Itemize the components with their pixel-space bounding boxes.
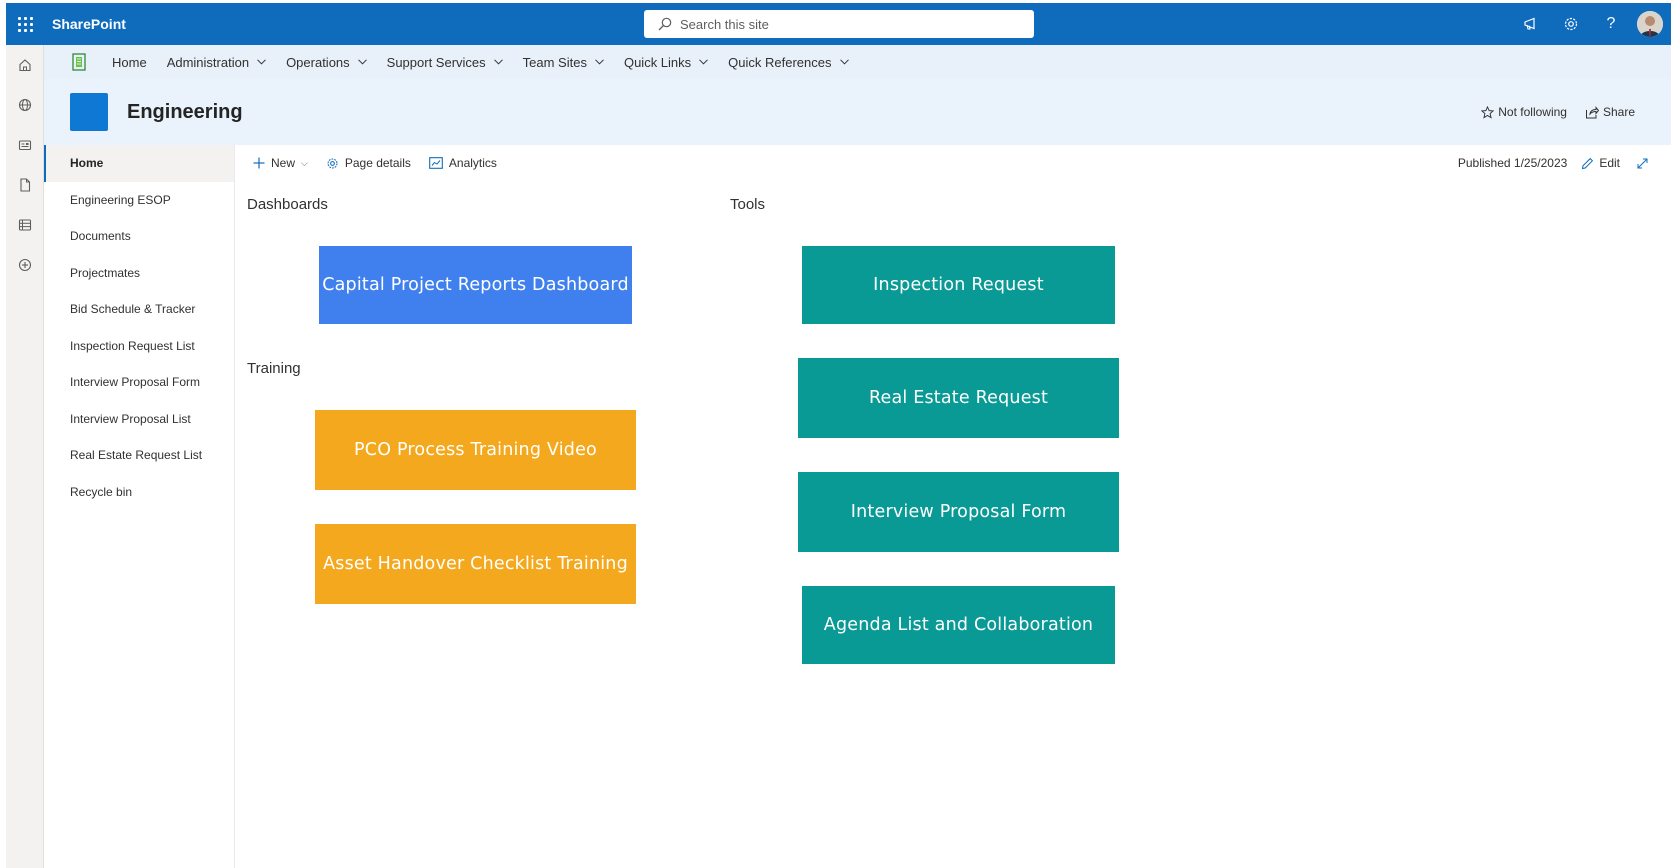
hub-nav-item[interactable]: Team Sites bbox=[513, 45, 614, 79]
left-navigation: Home Engineering ESOP Documents Projectmate… bbox=[44, 145, 235, 868]
hub-nav-label: Quick Links bbox=[623, 54, 692, 70]
hub-nav-item[interactable]: Support Services bbox=[377, 45, 513, 79]
star-icon bbox=[1481, 105, 1495, 119]
hub-nav-item[interactable]: Operations bbox=[276, 45, 377, 79]
gear-icon[interactable] bbox=[1551, 3, 1591, 45]
sharepoint-window: SharePoint Search this site ? Home Admin… bbox=[6, 3, 1671, 868]
training-tile[interactable]: Asset Handover Checklist Training bbox=[315, 524, 636, 604]
gear-icon bbox=[327, 158, 338, 168]
left-nav-item[interactable]: Documents bbox=[44, 218, 234, 255]
home-icon[interactable] bbox=[6, 45, 44, 85]
left-nav-item[interactable]: Interview Proposal List bbox=[44, 401, 234, 438]
hub-logo-icon[interactable] bbox=[70, 52, 88, 72]
hub-nav-label: Administration bbox=[166, 54, 250, 70]
chevron-down-icon bbox=[699, 57, 709, 68]
chevron-down-icon bbox=[839, 57, 849, 68]
site-logo[interactable] bbox=[70, 93, 108, 131]
app-launcher-button[interactable] bbox=[6, 3, 44, 45]
edit-button[interactable]: Edit bbox=[1581, 156, 1620, 170]
hub-navigation: Home Administration Operations Support Serv… bbox=[44, 45, 1671, 79]
hub-nav-item[interactable]: Quick References bbox=[718, 45, 858, 79]
chevron-down-icon bbox=[357, 57, 367, 68]
left-nav-item[interactable]: Projectmates bbox=[44, 255, 234, 292]
training-heading: Training bbox=[247, 360, 301, 377]
analytics-icon bbox=[429, 157, 443, 169]
published-status: Published 1/25/2023 bbox=[1457, 156, 1568, 170]
megaphone-icon[interactable] bbox=[1511, 3, 1551, 45]
page-details-label: Page details bbox=[344, 156, 411, 170]
list-icon[interactable] bbox=[6, 205, 44, 245]
app-bar bbox=[6, 45, 44, 868]
left-nav-item[interactable]: Engineering ESOP bbox=[44, 182, 234, 219]
hub-nav-item[interactable]: Quick Links bbox=[614, 45, 718, 79]
site-actions: Not following Share bbox=[1463, 79, 1635, 145]
pencil-icon bbox=[1582, 157, 1594, 169]
share-button[interactable]: Share bbox=[1585, 105, 1635, 119]
hub-nav-label: Quick References bbox=[728, 54, 832, 70]
command-bar: New ⌵ Page details Analytics Published 1… bbox=[235, 145, 1671, 181]
chevron-down-icon: ⌵ bbox=[301, 157, 308, 168]
tool-tile[interactable]: Real Estate Request bbox=[798, 358, 1119, 438]
training-tile[interactable]: PCO Process Training Video bbox=[315, 410, 636, 490]
share-icon bbox=[1585, 105, 1599, 118]
help-icon[interactable]: ? bbox=[1591, 3, 1631, 45]
analytics-button[interactable]: Analytics bbox=[429, 156, 497, 170]
app-name[interactable]: SharePoint bbox=[52, 16, 126, 32]
suite-actions: ? bbox=[1511, 3, 1671, 45]
search-box[interactable]: Search this site bbox=[644, 10, 1034, 38]
dashboard-tile[interactable]: Capital Project Reports Dashboard bbox=[319, 246, 632, 324]
page-details-button[interactable]: Page details bbox=[326, 156, 411, 170]
tool-tile[interactable]: Inspection Request bbox=[802, 246, 1115, 324]
suite-bar: SharePoint Search this site ? bbox=[6, 3, 1671, 45]
tools-heading: Tools bbox=[730, 196, 766, 213]
add-circle-icon[interactable] bbox=[6, 245, 44, 285]
follow-button[interactable]: Not following bbox=[1481, 105, 1567, 119]
avatar[interactable] bbox=[1637, 11, 1663, 37]
expand-icon[interactable] bbox=[1636, 157, 1649, 170]
hub-nav-item[interactable]: Home bbox=[102, 45, 157, 79]
analytics-label: Analytics bbox=[448, 156, 497, 170]
hub-nav-label: Home bbox=[112, 54, 147, 70]
chevron-down-icon bbox=[257, 57, 266, 68]
globe-icon[interactable] bbox=[6, 85, 44, 125]
waffle-icon bbox=[17, 16, 33, 32]
share-label: Share bbox=[1602, 105, 1635, 119]
left-nav-item[interactable]: Real Estate Request List bbox=[44, 437, 234, 474]
chevron-down-icon bbox=[493, 57, 503, 68]
site-header: Engineering Not following Share bbox=[44, 79, 1671, 145]
tool-tile[interactable]: Agenda List and Collaboration bbox=[802, 586, 1115, 664]
left-nav-item[interactable]: Inspection Request List bbox=[44, 328, 234, 365]
plus-icon bbox=[253, 157, 265, 169]
hub-nav-label: Support Services bbox=[386, 54, 486, 70]
edit-label: Edit bbox=[1599, 156, 1620, 170]
dashboards-heading: Dashboards bbox=[247, 196, 328, 213]
site-title[interactable]: Engineering bbox=[127, 101, 243, 124]
tool-tile[interactable]: Interview Proposal Form bbox=[798, 472, 1119, 552]
new-label: New bbox=[271, 156, 296, 170]
left-nav-item[interactable]: Bid Schedule & Tracker bbox=[44, 291, 234, 328]
search-icon bbox=[658, 17, 672, 31]
follow-label: Not following bbox=[1498, 105, 1567, 119]
command-bar-right: Published 1/25/2023 Edit bbox=[1458, 145, 1649, 181]
file-icon[interactable] bbox=[6, 165, 44, 205]
left-nav-item[interactable]: Recycle bin bbox=[44, 474, 234, 511]
search-placeholder: Search this site bbox=[680, 16, 769, 32]
left-nav-item[interactable]: Home bbox=[44, 145, 234, 182]
hub-nav-item[interactable]: Administration bbox=[157, 45, 276, 79]
hub-nav-label: Team Sites bbox=[522, 54, 587, 70]
new-button[interactable]: New ⌵ bbox=[253, 156, 308, 170]
left-nav-item[interactable]: Interview Proposal Form bbox=[44, 364, 234, 401]
news-icon[interactable] bbox=[6, 125, 44, 165]
chevron-down-icon bbox=[595, 57, 604, 68]
hub-nav-label: Operations bbox=[286, 54, 350, 70]
